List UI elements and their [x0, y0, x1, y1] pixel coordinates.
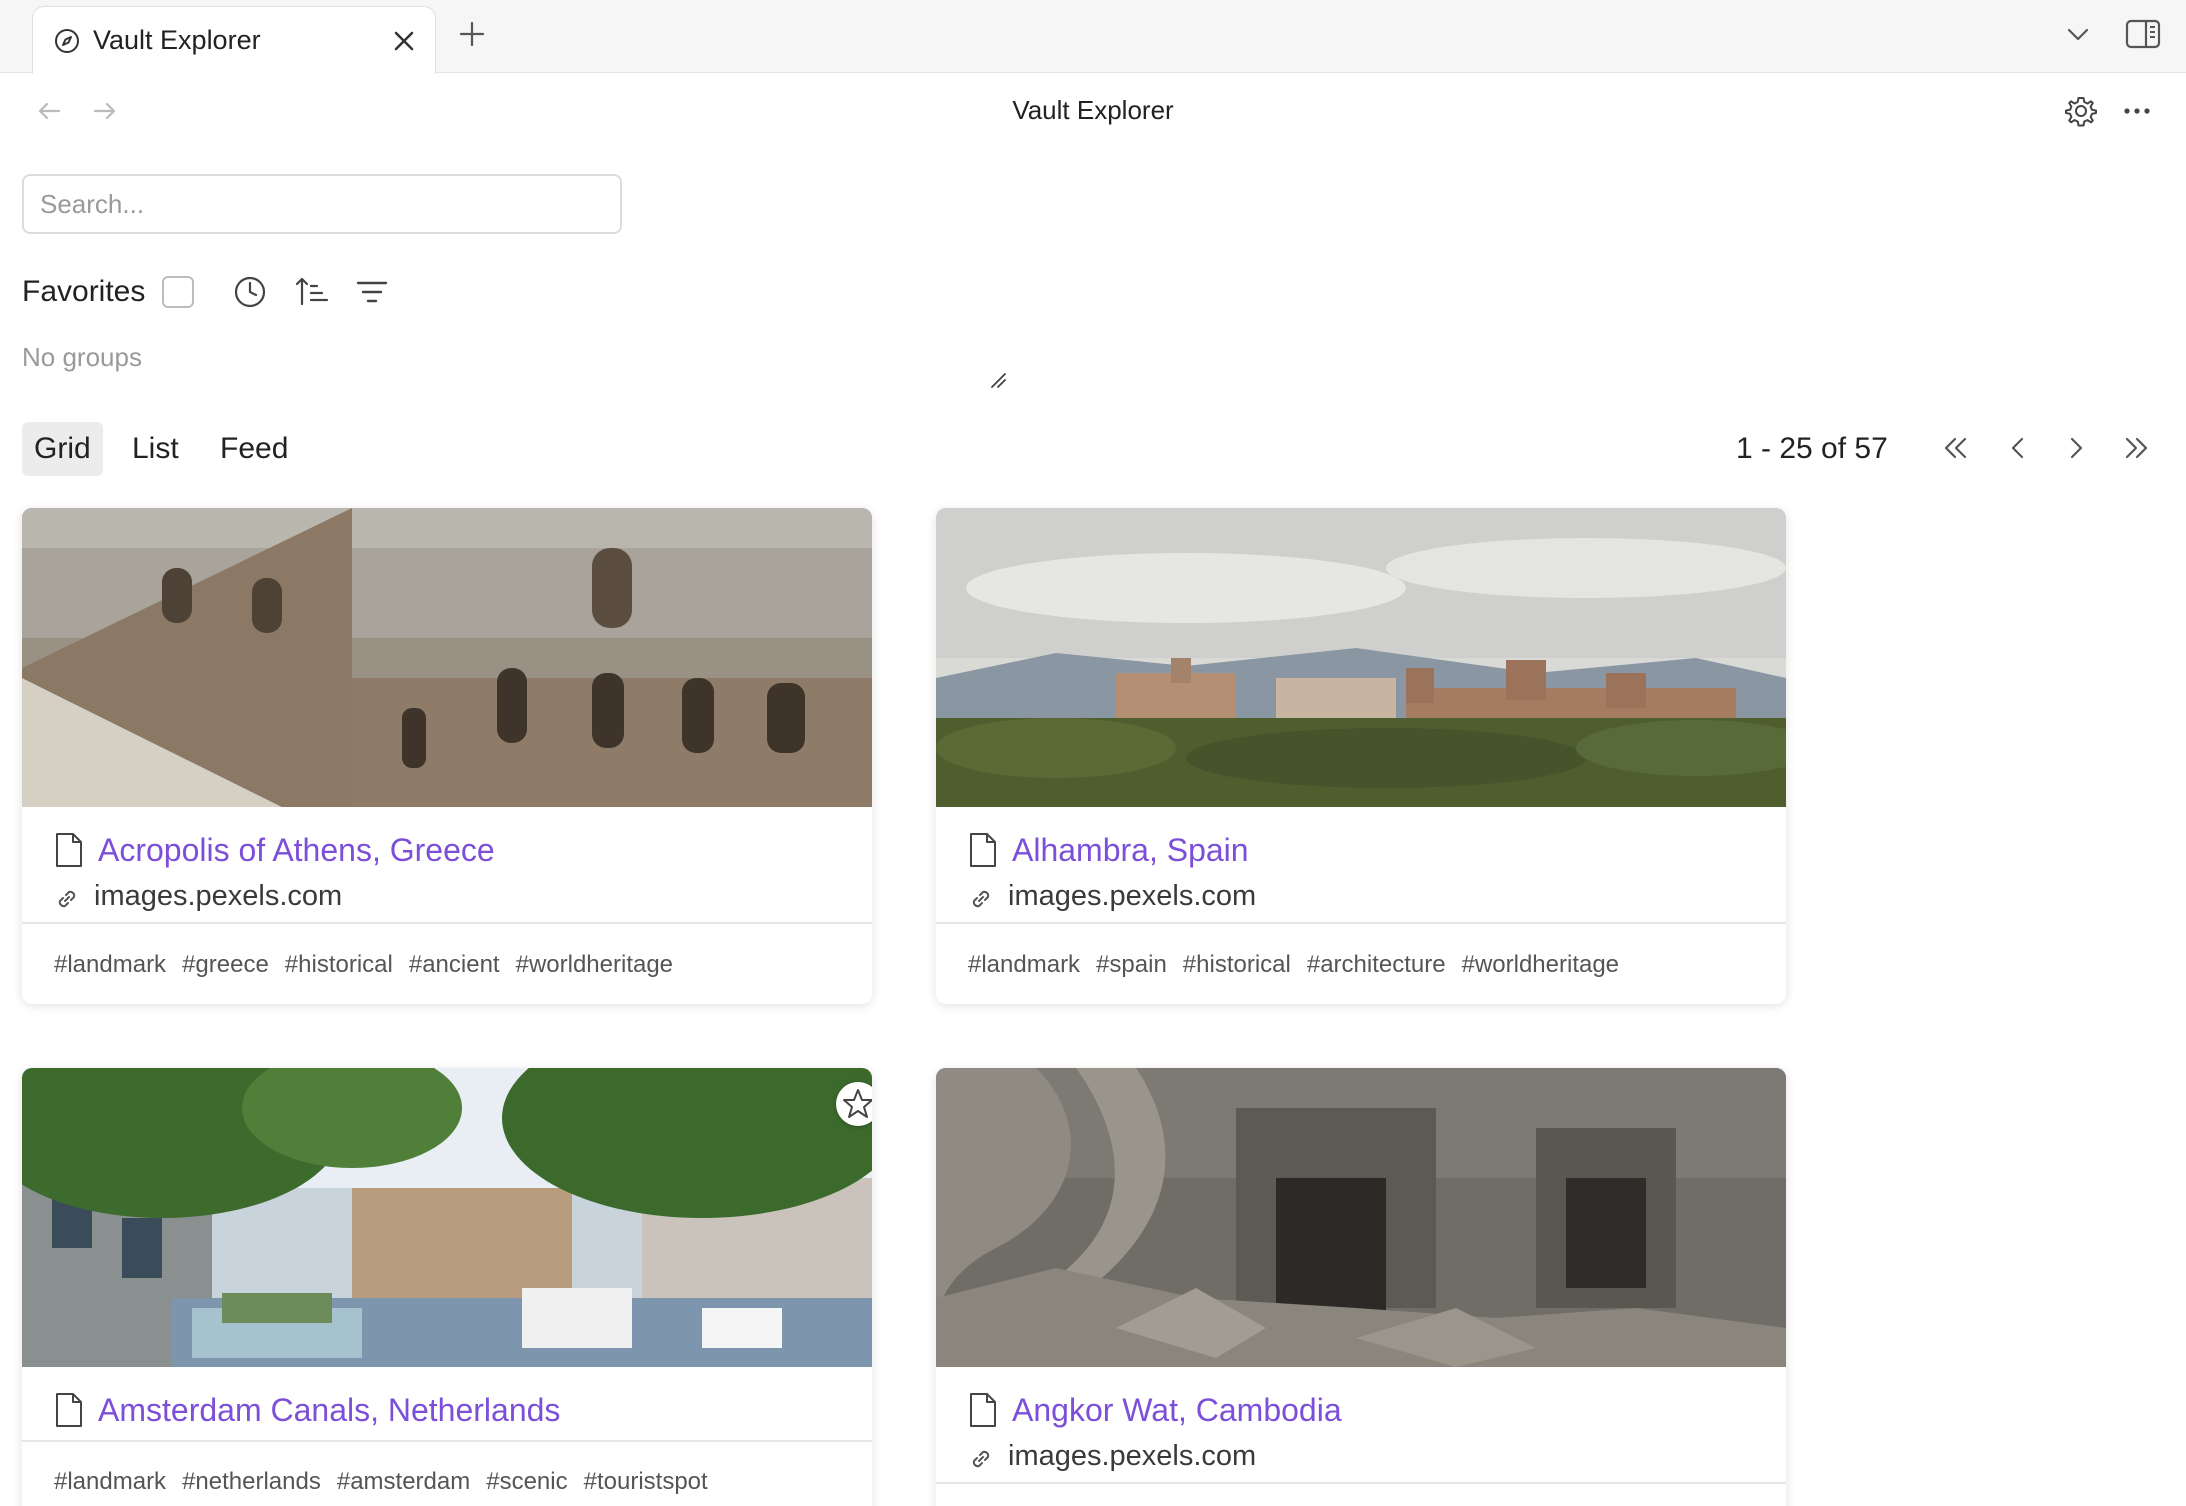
tag[interactable]: #ancient	[409, 951, 500, 979]
pagination-label: 1 - 25 of 57	[1736, 432, 1888, 465]
tag[interactable]: #spain	[1096, 951, 1167, 979]
file-icon	[56, 833, 82, 867]
tab-list[interactable]: List	[120, 422, 191, 476]
tag[interactable]: #landmark	[54, 1468, 166, 1496]
file-icon	[970, 833, 996, 867]
tag[interactable]: #architecture	[1307, 951, 1446, 979]
card-title[interactable]: Acropolis of Athens, Greece	[98, 832, 495, 869]
card-tags: #landmark #netherlands #amsterdam #sceni…	[54, 1468, 708, 1496]
card-title[interactable]: Angkor Wat, Cambodia	[1012, 1392, 1342, 1429]
link-icon	[972, 890, 990, 908]
tag[interactable]: #historical	[1183, 951, 1291, 979]
card-amsterdam[interactable]: Amsterdam Canals, Netherlands #landmark …	[22, 1068, 872, 1506]
compass-icon	[55, 29, 79, 53]
file-icon	[56, 1393, 82, 1427]
card-url[interactable]: images.pexels.com	[1008, 880, 1256, 913]
close-icon[interactable]	[389, 26, 419, 56]
more-horizontal-icon[interactable]	[2120, 94, 2154, 128]
tag[interactable]: #scenic	[486, 1468, 567, 1496]
link-icon	[972, 1450, 990, 1468]
card-divider	[936, 1482, 1786, 1484]
card-url[interactable]: images.pexels.com	[94, 880, 342, 913]
clock-icon[interactable]	[232, 274, 268, 310]
tag[interactable]: #touristspot	[584, 1468, 708, 1496]
chevron-right-icon[interactable]	[2058, 430, 2094, 466]
card-angkor-wat[interactable]: Angkor Wat, Cambodia images.pexels.com	[936, 1068, 1786, 1506]
resize-handle-icon[interactable]	[988, 370, 1008, 390]
tag[interactable]: #worldheritage	[1462, 951, 1619, 979]
tag[interactable]: #netherlands	[182, 1468, 321, 1496]
card-tags: #landmark #spain #historical #architectu…	[968, 951, 1619, 979]
chevron-down-icon[interactable]	[2062, 18, 2094, 50]
favorite-star-button[interactable]	[836, 1082, 872, 1126]
sort-ascending-icon[interactable]	[294, 274, 330, 310]
tag[interactable]: #greece	[182, 951, 269, 979]
card-image-amsterdam	[22, 1068, 872, 1367]
star-icon	[843, 1089, 872, 1118]
tag[interactable]: #historical	[285, 951, 393, 979]
plus-icon[interactable]	[456, 18, 488, 50]
card-divider	[22, 1440, 872, 1442]
sidebar-toggle-icon[interactable]	[2124, 16, 2162, 52]
card-title[interactable]: Amsterdam Canals, Netherlands	[98, 1392, 560, 1429]
card-title[interactable]: Alhambra, Spain	[1012, 832, 1249, 869]
card-image-alhambra	[936, 508, 1786, 807]
tag[interactable]: #landmark	[968, 951, 1080, 979]
card-tags: #landmark #greece #historical #ancient #…	[54, 951, 673, 979]
gear-icon[interactable]	[2064, 94, 2098, 128]
tab-feed[interactable]: Feed	[208, 422, 300, 476]
chevron-left-icon[interactable]	[2000, 430, 2036, 466]
tag[interactable]: #worldheritage	[516, 951, 673, 979]
card-acropolis[interactable]: Acropolis of Athens, Greece images.pexel…	[22, 508, 872, 1004]
link-icon	[58, 890, 76, 908]
card-image-angkor-wat	[936, 1068, 1786, 1367]
tab-vault-explorer[interactable]: Vault Explorer	[32, 6, 436, 74]
tab-title: Vault Explorer	[93, 25, 261, 55]
no-groups-text: No groups	[22, 342, 142, 372]
favorites-label: Favorites	[22, 275, 146, 308]
chevrons-right-icon[interactable]	[2118, 430, 2154, 466]
tag[interactable]: #landmark	[54, 951, 166, 979]
card-alhambra[interactable]: Alhambra, Spain images.pexels.com #landm…	[936, 508, 1786, 1004]
tab-grid[interactable]: Grid	[22, 422, 103, 476]
tag[interactable]: #amsterdam	[337, 1468, 470, 1496]
card-divider	[22, 922, 872, 924]
search-input[interactable]	[22, 174, 622, 234]
tab-bar: Vault Explorer	[0, 0, 2186, 74]
chevrons-left-icon[interactable]	[1938, 430, 1974, 466]
card-url[interactable]: images.pexels.com	[1008, 1440, 1256, 1473]
favorites-checkbox[interactable]	[162, 276, 194, 308]
card-divider	[936, 922, 1786, 924]
filter-icon[interactable]	[354, 274, 390, 310]
view-title: Vault Explorer	[1012, 95, 1174, 125]
card-image-acropolis	[22, 508, 872, 807]
file-icon	[970, 1393, 996, 1427]
